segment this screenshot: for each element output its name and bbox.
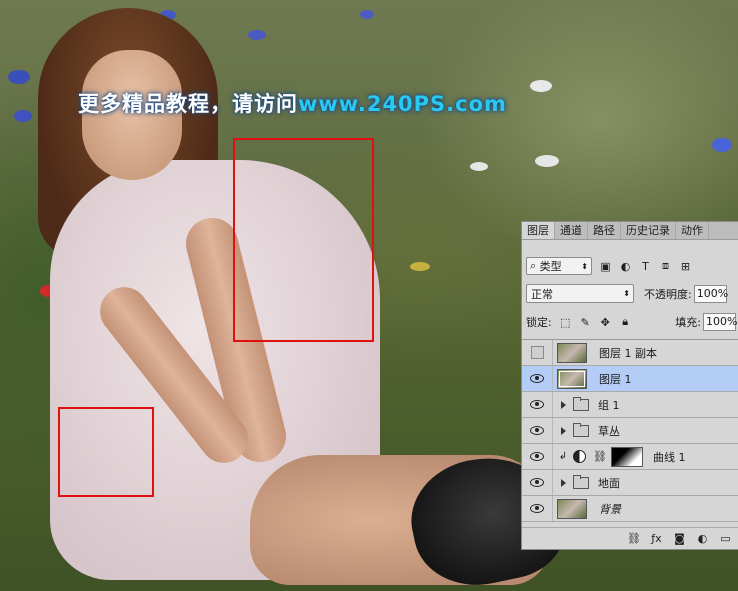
layer-thumbnail [557, 342, 587, 363]
lock-transparent-icon[interactable]: ⬚ [559, 316, 572, 329]
tab-history[interactable]: 历史记录 [621, 222, 676, 239]
lock-move-icon[interactable]: ✥ [599, 316, 612, 329]
updown-arrow-icon: ⬍ [623, 289, 630, 298]
layer-mask-thumbnail[interactable] [610, 446, 643, 467]
folder-icon [573, 422, 589, 437]
layer-name: 图层 1 [599, 372, 632, 386]
watermark-text: 更多精品教程，请访问 [78, 92, 298, 116]
layer-row[interactable]: 组 1 [522, 392, 738, 418]
visibility-toggle[interactable] [522, 392, 553, 417]
lock-all-icon[interactable]: 🔒︎ [619, 315, 632, 329]
tab-actions[interactable]: 动作 [676, 222, 709, 239]
watermark: 更多精品教程，请访问www.240PS.com [78, 88, 507, 118]
visibility-toggle[interactable] [522, 470, 553, 495]
shape-filter-icon[interactable]: ⧈ [659, 259, 672, 273]
updown-arrow-icon: ⬍ [581, 261, 588, 271]
visibility-toggle[interactable] [522, 418, 553, 443]
folder-icon [573, 396, 589, 411]
eye-icon [530, 426, 544, 435]
lock-row: 锁定: ⬚ ✎ ✥ 🔒︎ 填充: 100% [526, 313, 737, 331]
blend-mode-select[interactable]: 正常 ⬍ [526, 284, 634, 303]
layer-thumbnail [557, 498, 587, 519]
layer-list: 图层 1 副本 图层 1 组 1 草丛 ↲ ⛓︎ 曲线 1 地面 背景 [522, 339, 738, 522]
new-adjustment-icon[interactable]: ◐ [696, 532, 709, 545]
curves-adjustment-icon [573, 450, 586, 463]
blue-flower [712, 138, 732, 152]
eye-icon [530, 452, 544, 461]
layer-name: 组 1 [598, 398, 620, 412]
filter-kind-label: 类型 [539, 260, 562, 273]
visibility-toggle[interactable] [522, 340, 553, 365]
layer-thumbnail [557, 368, 587, 389]
filter-kind-select[interactable]: ⌕ 类型 ⬍ [526, 257, 592, 275]
clipping-arrow-icon: ↲ [558, 451, 568, 462]
visibility-off-icon [530, 346, 544, 359]
selection-box [58, 407, 154, 497]
fill-label: 填充: [675, 316, 701, 329]
chain-link-icon[interactable]: ⛓︎ [593, 450, 607, 463]
visibility-toggle[interactable] [522, 366, 553, 391]
layer-name: 图层 1 副本 [599, 346, 657, 360]
expand-triangle-icon[interactable] [561, 426, 566, 435]
eye-icon [530, 504, 544, 513]
visibility-toggle[interactable] [522, 496, 553, 521]
blend-row: 正常 ⬍ 不透明度: 100% [526, 284, 728, 303]
opacity-label: 不透明度: [644, 287, 692, 301]
lock-brush-icon[interactable]: ✎ [579, 316, 592, 329]
layer-row[interactable]: 背景 [522, 496, 738, 522]
layer-row[interactable]: 图层 1 [522, 366, 738, 392]
smart-object-filter-icon[interactable]: ⊞ [679, 260, 692, 273]
eye-icon [530, 478, 544, 487]
tab-layers[interactable]: 图层 [522, 222, 555, 239]
panel-bottom-bar: ⛓︎ ƒx ◙ ◐ ▭ [522, 527, 738, 549]
add-mask-icon[interactable]: ◙ [673, 532, 686, 545]
layer-row[interactable]: 地面 [522, 470, 738, 496]
white-flower [535, 155, 559, 167]
blue-flower [14, 110, 32, 122]
new-group-icon[interactable]: ▭ [719, 532, 732, 545]
watermark-url: www.240PS.com [298, 92, 507, 116]
layer-name: 曲线 1 [652, 450, 686, 464]
blue-flower [360, 10, 374, 19]
white-flower [470, 162, 488, 171]
blue-flower [248, 30, 266, 40]
layer-row[interactable]: 草丛 [522, 418, 738, 444]
white-flower [530, 80, 552, 92]
blend-mode-value: 正常 [531, 287, 553, 301]
fx-icon[interactable]: ƒx [650, 532, 663, 545]
tab-channels[interactable]: 通道 [555, 222, 588, 239]
eye-icon [530, 400, 544, 409]
link-layers-icon[interactable]: ⛓︎ [627, 532, 641, 545]
layer-name: 背景 [599, 502, 621, 516]
layers-panel: 图层 通道 路径 历史记录 动作 ⌕ 类型 ⬍ ▣ ◐ T ⧈ ⊞ 正常 ⬍ 不… [521, 221, 738, 550]
folder-icon [573, 474, 589, 489]
expand-triangle-icon[interactable] [561, 400, 566, 409]
layer-name: 草丛 [598, 424, 620, 438]
yellow-flower [410, 262, 430, 271]
fill-field[interactable]: 100% [703, 313, 737, 331]
panel-tabs: 图层 通道 路径 历史记录 动作 [522, 222, 738, 240]
adjustment-filter-icon[interactable]: ◐ [619, 260, 632, 273]
eye-icon [530, 374, 544, 383]
opacity-field[interactable]: 100% [693, 284, 728, 303]
visibility-toggle[interactable] [522, 444, 553, 469]
layer-name: 地面 [598, 476, 620, 490]
image-filter-icon[interactable]: ▣ [599, 260, 612, 273]
selection-box [233, 138, 374, 342]
tab-paths[interactable]: 路径 [588, 222, 621, 239]
layer-row[interactable]: 图层 1 副本 [522, 340, 738, 366]
type-filter-icon[interactable]: T [639, 260, 652, 273]
expand-triangle-icon[interactable] [561, 478, 566, 487]
blue-flower [8, 70, 30, 84]
filter-row: ⌕ 类型 ⬍ ▣ ◐ T ⧈ ⊞ [526, 256, 692, 276]
layer-row[interactable]: ↲ ⛓︎ 曲线 1 [522, 444, 738, 470]
search-icon: ⌕ [530, 259, 537, 272]
lock-label: 锁定: [526, 316, 552, 329]
